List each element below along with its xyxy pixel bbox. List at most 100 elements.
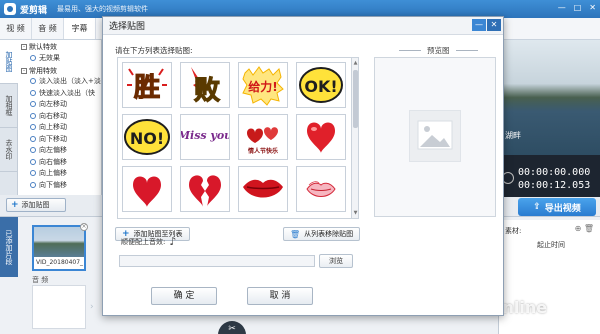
music-note-icon: ♪ [169, 235, 177, 248]
sticker-geili[interactable]: 给力! [238, 62, 288, 108]
effect-item[interactable]: 向上移动 [18, 122, 101, 134]
app-name: 爱剪辑 [20, 5, 48, 16]
preview-caption: 湖畔 [505, 131, 521, 140]
delete-material-icon[interactable]: 🗑 [584, 224, 594, 233]
sticker-scrollbar[interactable]: ▲ ▼ [351, 57, 359, 219]
effect-item[interactable]: 向右移动 [18, 110, 101, 122]
sticker-ok[interactable]: OK! [296, 62, 346, 108]
radio-icon[interactable] [30, 181, 36, 188]
sticker-kiss[interactable] [296, 166, 346, 212]
browse-button[interactable]: 浏览 [319, 254, 353, 268]
audio-track-label: 音 频 [32, 276, 49, 284]
effect-item[interactable]: 向上偏移 [18, 168, 101, 180]
radio-icon[interactable] [30, 135, 36, 142]
select-sticker-dialog: 选择贴图 — ✕ 请在下方列表选择贴图: 胜 败 给力! OK! NO! iss… [102, 16, 504, 316]
add-material-icon[interactable]: ⊕ [575, 224, 582, 233]
cancel-button[interactable]: 取 消 [247, 287, 313, 305]
scroll-up-icon[interactable]: ▲ [352, 59, 359, 67]
svg-text:给力!: 给力! [248, 79, 277, 94]
scroll-thumb[interactable] [353, 70, 358, 128]
ok-button[interactable]: 确 定 [151, 287, 217, 305]
sticker-list-label: 请在下方列表选择贴图: [115, 46, 193, 55]
svg-text:情人节快乐: 情人节快乐 [248, 147, 278, 155]
effect-item[interactable]: 淡入淡出（淡入+淡 [18, 76, 101, 88]
sound-effect-label: 顺便配上音效: ♪ [121, 235, 177, 248]
scissor-icon[interactable]: ✂ [218, 321, 246, 334]
radio-icon[interactable] [30, 147, 36, 154]
close-icon[interactable]: ✕ [589, 3, 596, 12]
radio-icon[interactable] [30, 78, 36, 85]
collapse-icon[interactable]: - [21, 67, 27, 74]
sticker-grid: 胜 败 给力! OK! NO! iss yo 情人节快乐 [117, 57, 353, 219]
current-time: 00:00:00.000 [518, 167, 591, 178]
sticker-heart-small[interactable] [122, 166, 172, 212]
collapse-icon[interactable]: - [21, 44, 27, 50]
vertical-tabs: 加贴图 加相框 去水印 [0, 40, 18, 195]
sticker-bai[interactable]: 败 [180, 62, 230, 108]
minimize-icon[interactable]: — [558, 3, 566, 12]
dialog-minimize-icon[interactable]: — [472, 19, 486, 31]
svg-text:OK!: OK! [304, 77, 337, 96]
preview-box [374, 57, 496, 217]
sticker-heart[interactable] [296, 114, 346, 160]
video-clip[interactable]: VID_20180407_ × [32, 223, 88, 271]
svg-text:Miss you: Miss you [181, 129, 229, 142]
export-video-button[interactable]: ⇪ 导出视频 [518, 198, 596, 216]
scroll-down-icon[interactable]: ▼ [352, 209, 359, 217]
effect-item[interactable]: 快速淡入淡出（快 [18, 87, 101, 99]
radio-icon[interactable] [30, 112, 36, 119]
sticker-missyou[interactable]: Miss you [180, 114, 230, 160]
effect-group-common[interactable]: - 常用特效 [18, 64, 101, 76]
tab-audio[interactable]: 音 频 [32, 18, 64, 39]
panel-tools: ⊕ 🗑 [575, 224, 594, 233]
vtab-remove-watermark[interactable]: 去水印 [0, 128, 18, 172]
export-icon: ⇪ [533, 202, 541, 212]
dialog-controls: — ✕ [472, 19, 501, 31]
svg-text:NO!: NO! [130, 129, 164, 148]
radio-icon[interactable] [30, 54, 36, 61]
effect-item[interactable]: 向下移动 [18, 133, 101, 145]
arrow-icon: › [90, 302, 94, 312]
tab-video[interactable]: 视 频 [0, 18, 32, 39]
radio-icon[interactable] [30, 158, 36, 165]
svg-text:胜: 胜 [134, 73, 160, 103]
effect-item[interactable]: 向左移动 [18, 99, 101, 111]
remove-clip-icon[interactable]: × [80, 223, 88, 231]
effect-group-default[interactable]: - 默认特效 [18, 40, 101, 52]
plus-icon: + [11, 200, 19, 210]
total-time: 00:00:12.053 [518, 180, 591, 191]
tab-subtitle[interactable]: 字幕 [64, 18, 96, 39]
clip-thumbnail [34, 227, 84, 257]
sticker-valentine[interactable]: 情人节快乐 [238, 114, 288, 160]
watermark-sub: 太平洋电脑网 [500, 320, 549, 327]
dialog-title: 选择贴图 [109, 22, 146, 32]
audio-slot[interactable] [32, 285, 86, 329]
vtab-add-frame[interactable]: 加相框 [0, 84, 18, 128]
preview-title: 预览图 [399, 45, 478, 56]
clip-name: VID_20180407_ [36, 259, 84, 266]
app-logo-icon [4, 3, 16, 15]
add-sticker-button[interactable]: + 添加贴图 [6, 198, 66, 212]
dialog-close-icon[interactable]: ✕ [487, 19, 501, 31]
vtab-add-sticker[interactable]: 加贴图 [0, 40, 18, 84]
window-controls: — □ ✕ [558, 3, 596, 12]
maximize-icon[interactable]: □ [574, 3, 582, 12]
effect-item[interactable]: 向下偏移 [18, 179, 101, 191]
radio-icon[interactable] [30, 89, 36, 96]
sound-effect-section: 顺便配上音效: ♪ 浏览 [113, 235, 365, 275]
image-placeholder-icon [409, 110, 461, 162]
effect-item[interactable]: 向右偏移 [18, 156, 101, 168]
dialog-titlebar: 选择贴图 [103, 17, 503, 35]
sound-file-input[interactable] [119, 255, 315, 267]
effects-list: - 默认特效 无效果 - 常用特效 淡入淡出（淡入+淡 快速淡入淡出（快 向左移动 … [18, 40, 102, 195]
sticker-broken-heart[interactable] [180, 166, 230, 212]
effect-item[interactable]: 向左偏移 [18, 145, 101, 157]
sticker-lips[interactable] [238, 166, 288, 212]
radio-icon[interactable] [30, 101, 36, 108]
time-range-column: 起止时间 [537, 241, 565, 249]
sticker-no[interactable]: NO! [122, 114, 172, 160]
sticker-sheng[interactable]: 胜 [122, 62, 172, 108]
effect-item[interactable]: 无效果 [18, 52, 101, 64]
radio-icon[interactable] [30, 170, 36, 177]
radio-icon[interactable] [30, 124, 36, 131]
